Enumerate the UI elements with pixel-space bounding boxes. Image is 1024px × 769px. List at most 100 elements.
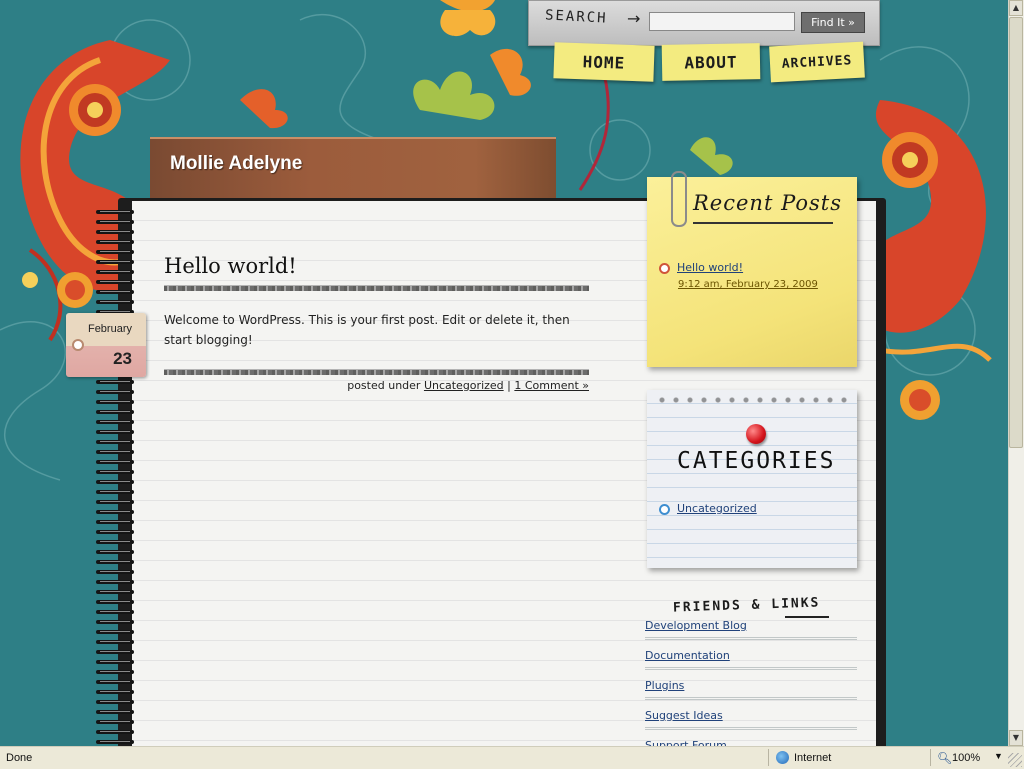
spiral-ring-highlight xyxy=(100,291,130,292)
spiral-binding xyxy=(96,210,134,744)
spiral-ring-highlight xyxy=(100,271,130,272)
link-item: Development Blog xyxy=(645,619,857,640)
spiral-ring-highlight xyxy=(100,251,130,252)
find-it-button[interactable]: Find It » xyxy=(801,12,865,33)
spiral-ring-highlight xyxy=(100,491,130,492)
spiral-ring-highlight xyxy=(100,261,130,262)
spiral-ring-highlight xyxy=(100,721,130,722)
paperclip-icon xyxy=(671,171,687,227)
post-comments-link[interactable]: 1 Comment » xyxy=(514,379,589,392)
search-input[interactable] xyxy=(649,12,795,31)
spiral-ring-highlight xyxy=(100,381,130,382)
blog-title-tab: Mollie Adelyne xyxy=(150,137,556,201)
spiral-ring-highlight xyxy=(100,241,130,242)
spiral-ring-highlight xyxy=(100,421,130,422)
bullet-icon xyxy=(659,262,670,274)
link-item: Documentation xyxy=(645,649,857,670)
spiral-ring-highlight xyxy=(100,211,130,212)
heading-underline xyxy=(785,616,829,618)
scroll-down-arrow-icon[interactable]: ▼ xyxy=(1009,730,1023,746)
post-date-day: 23 xyxy=(113,349,132,368)
post-date-month: February xyxy=(87,323,132,335)
nav-home[interactable]: HOME xyxy=(553,42,655,82)
paper-perforation xyxy=(655,396,849,404)
link-suggest-ideas[interactable]: Suggest Ideas xyxy=(645,709,723,722)
spiral-ring-highlight xyxy=(100,231,130,232)
spiral-ring-highlight xyxy=(100,531,130,532)
spiral-ring-highlight xyxy=(100,571,130,572)
spiral-ring-highlight xyxy=(100,541,130,542)
spiral-ring-highlight xyxy=(100,471,130,472)
spiral-ring-highlight xyxy=(100,521,130,522)
scroll-up-arrow-icon[interactable]: ▲ xyxy=(1009,0,1023,16)
resize-grip[interactable] xyxy=(1008,753,1022,767)
recent-post-item: Hello world! xyxy=(659,261,743,274)
spiral-ring-highlight xyxy=(100,711,130,712)
spiral-ring-highlight xyxy=(100,441,130,442)
nav-about[interactable]: ABOUT xyxy=(661,43,761,81)
arrow-right-icon: → xyxy=(627,9,641,28)
link-plugins[interactable]: Plugins xyxy=(645,679,684,692)
search-label: SEARCH xyxy=(544,7,608,27)
spiral-ring-highlight xyxy=(100,631,130,632)
spiral-ring-highlight xyxy=(100,681,130,682)
scrollbar-thumb[interactable] xyxy=(1009,17,1023,448)
post-date-tab: February 23 xyxy=(66,313,146,377)
post-meta-separator: | xyxy=(507,379,511,392)
spiral-ring-highlight xyxy=(100,591,130,592)
post-meta-prefix: posted under xyxy=(347,379,421,392)
spiral-ring-highlight xyxy=(100,601,130,602)
recent-post-date[interactable]: 9:12 am, February 23, 2009 xyxy=(678,279,818,290)
spiral-ring-highlight xyxy=(100,671,130,672)
spiral-ring-highlight xyxy=(100,281,130,282)
recent-post-link[interactable]: Hello world! xyxy=(677,261,743,274)
spiral-ring-highlight xyxy=(100,481,130,482)
recent-posts-widget: Recent Posts Hello world! 9:12 am, Febru… xyxy=(647,171,857,367)
spiral-ring-highlight xyxy=(100,511,130,512)
spiral-ring-highlight xyxy=(100,561,130,562)
spiral-ring-highlight xyxy=(100,581,130,582)
chevron-down-icon[interactable]: ▼ xyxy=(994,751,1003,761)
categories-widget: CATEGORIES Uncategorized xyxy=(647,390,857,568)
post-category-link[interactable]: Uncategorized xyxy=(424,379,504,392)
nav-archives[interactable]: ARCHIVES xyxy=(769,41,865,83)
status-divider xyxy=(768,749,769,766)
spiral-ring-highlight xyxy=(100,391,130,392)
spiral-ring-highlight xyxy=(100,401,130,402)
spiral-ring-highlight xyxy=(100,651,130,652)
pushpin-icon xyxy=(746,424,766,444)
spiral-ring-highlight xyxy=(100,611,130,612)
spiral-ring-highlight xyxy=(100,451,130,452)
spiral-ring-highlight xyxy=(100,641,130,642)
link-item: Plugins xyxy=(645,679,857,700)
spiral-ring-highlight xyxy=(100,411,130,412)
link-documentation[interactable]: Documentation xyxy=(645,649,730,662)
link-item: Suggest Ideas xyxy=(645,709,857,730)
category-item: Uncategorized xyxy=(659,502,757,515)
post-title[interactable]: Hello world! xyxy=(164,254,297,278)
spiral-ring-highlight xyxy=(100,221,130,222)
spiral-ring-highlight xyxy=(100,701,130,702)
spiral-ring-highlight xyxy=(100,621,130,622)
spiral-ring-highlight xyxy=(100,691,130,692)
category-link-uncategorized[interactable]: Uncategorized xyxy=(677,502,757,515)
spiral-ring-highlight xyxy=(100,501,130,502)
magnifier-icon[interactable]: 🔍︎ xyxy=(937,751,952,765)
zoom-level[interactable]: 100% xyxy=(952,752,980,764)
link-development-blog[interactable]: Development Blog xyxy=(645,619,747,632)
spiral-ring-highlight xyxy=(100,301,130,302)
title-divider xyxy=(164,285,589,291)
post-meta: posted under Uncategorized | 1 Comment » xyxy=(347,379,589,392)
status-bar: Done Internet 🔍︎ 100% ▼ xyxy=(0,746,1024,769)
spiral-ring-highlight xyxy=(100,551,130,552)
post-divider xyxy=(164,369,589,375)
recent-posts-heading: Recent Posts xyxy=(693,191,842,215)
spiral-ring-highlight xyxy=(100,431,130,432)
search-panel: SEARCH → Find It » xyxy=(528,0,880,46)
spiral-ring-highlight xyxy=(100,661,130,662)
security-zone: Internet xyxy=(794,752,832,764)
spiral-ring-highlight xyxy=(100,731,130,732)
blog-title[interactable]: Mollie Adelyne xyxy=(170,153,302,175)
spiral-ring-highlight xyxy=(100,741,130,742)
post-body: Welcome to WordPress. This is your first… xyxy=(164,313,570,347)
